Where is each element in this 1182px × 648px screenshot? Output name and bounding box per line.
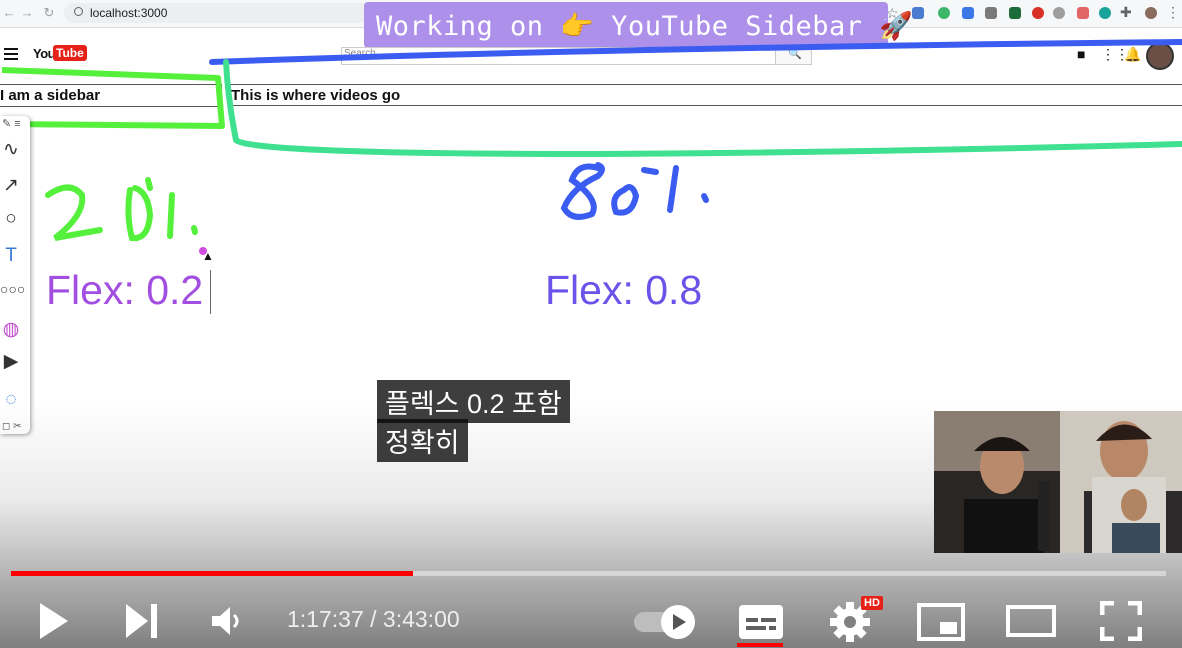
- progress-bar-played[interactable]: [11, 571, 413, 576]
- next-icon[interactable]: [124, 602, 160, 640]
- play-icon[interactable]: [36, 601, 72, 641]
- flex-right-label: Flex: 0.8: [545, 267, 703, 313]
- miniplayer-icon[interactable]: [916, 602, 966, 642]
- video-area-outline: [223, 59, 1182, 158]
- fullscreen-icon[interactable]: [1100, 601, 1142, 641]
- webcam-overlay: [934, 411, 1182, 553]
- hd-badge: HD: [861, 596, 883, 610]
- drawing-toolbar: [0, 116, 30, 434]
- curve-icon[interactable]: ∿: [0, 138, 22, 161]
- subtitles-active-indicator: [737, 643, 783, 647]
- subtitles-icon[interactable]: [738, 604, 784, 640]
- handwritten-80-percent: [560, 162, 709, 220]
- time-display: 1:17:37 / 3:43:00: [287, 606, 460, 632]
- arrow-icon[interactable]: ↗: [0, 174, 22, 197]
- text-cursor: [210, 270, 211, 314]
- autoplay-toggle-icon[interactable]: [632, 604, 698, 640]
- handwritten-20-percent: [45, 177, 198, 242]
- video-area-outline: [209, 39, 1182, 65]
- text-icon[interactable]: T: [0, 245, 22, 267]
- subtitle-line: 정확히: [377, 419, 468, 462]
- webcam-image: [934, 411, 1182, 553]
- flex-left-label: Flex: 0.2: [46, 267, 204, 313]
- play-circle-icon[interactable]: ▶: [0, 350, 22, 373]
- color-wheel-icon[interactable]: ◍: [0, 318, 22, 341]
- volume-icon[interactable]: [210, 604, 244, 638]
- circle-icon[interactable]: ○: [0, 208, 22, 230]
- subtitle-line: 플렉스 0.2 포함: [377, 380, 570, 423]
- mouse-pointer-icon: ▲: [202, 249, 214, 263]
- chain-icon[interactable]: ○○○: [0, 281, 25, 297]
- theater-icon[interactable]: [1005, 604, 1057, 638]
- green-highlight-box: [1, 67, 225, 129]
- pen-icon[interactable]: ✎ ≡: [2, 117, 21, 130]
